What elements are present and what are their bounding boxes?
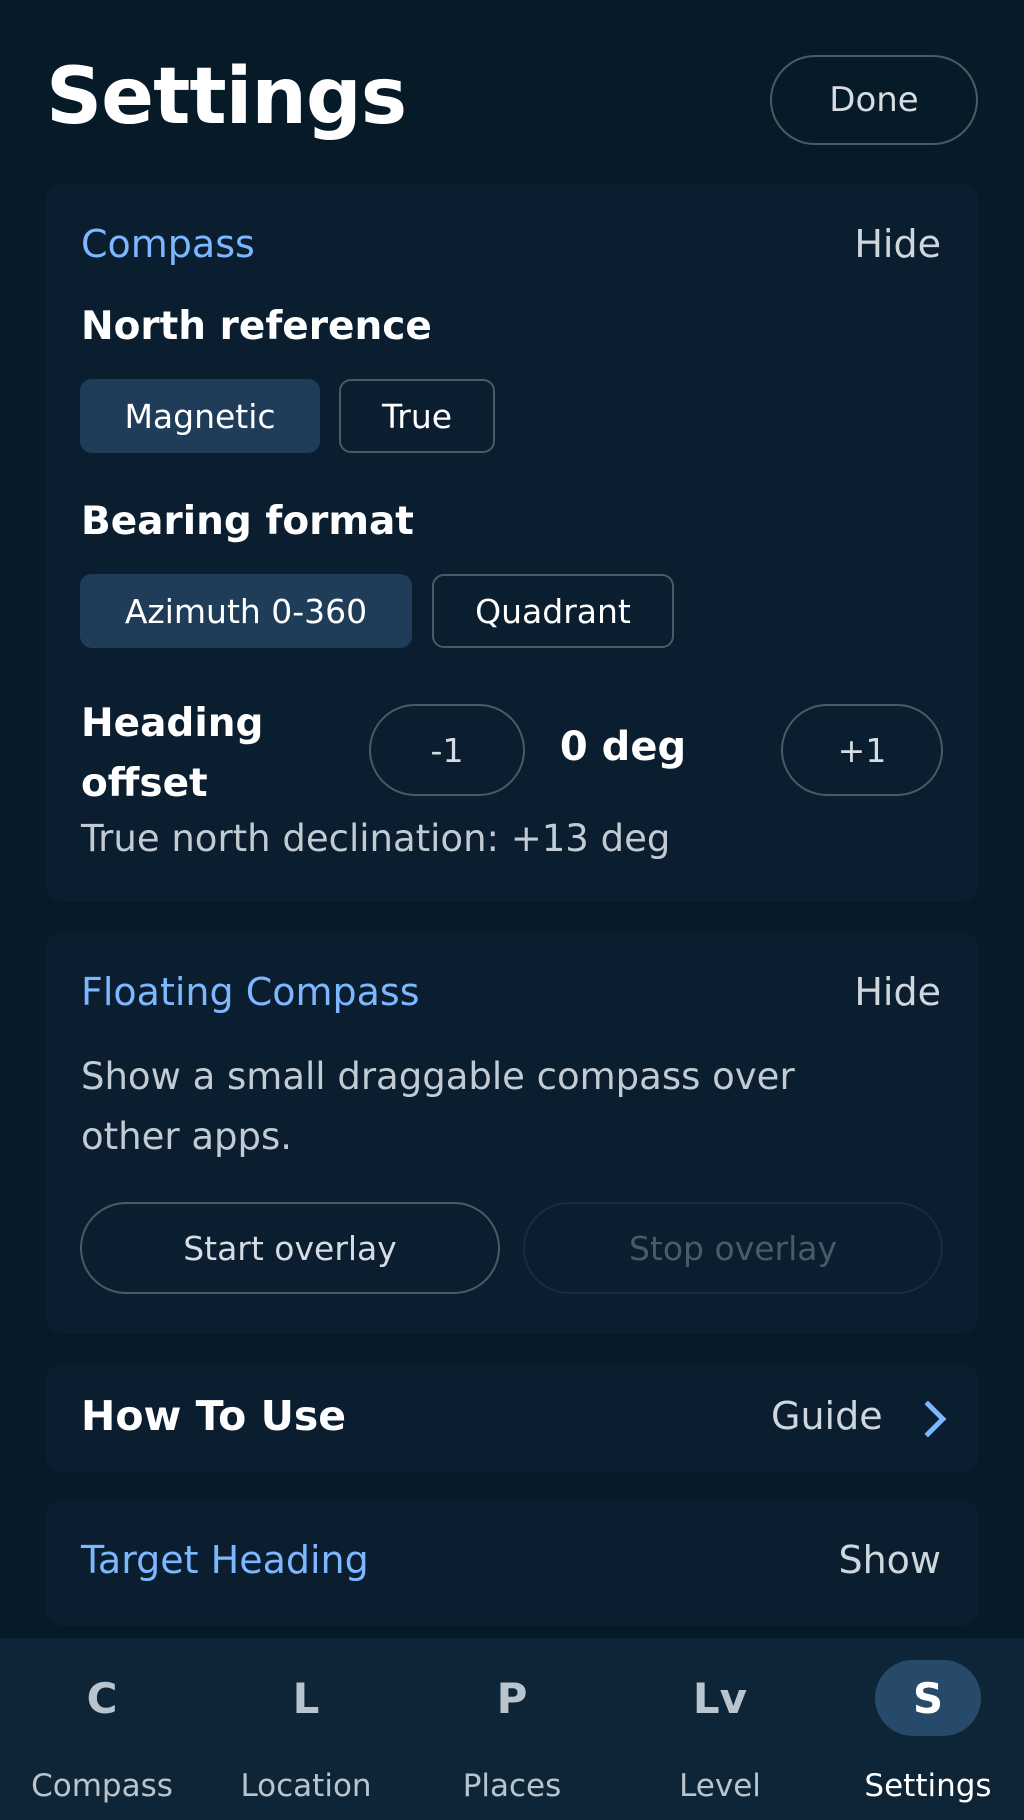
header: Settings Done — [0, 0, 1024, 176]
nav-item-level[interactable]: Lv Level — [618, 1638, 822, 1820]
heading-offset-label-line2: offset — [81, 761, 208, 806]
compass-card-title: Compass — [81, 222, 255, 266]
heading-offset-label-line1: Heading — [81, 701, 264, 746]
floating-compass-description: Show a small draggable compass over othe… — [81, 1047, 795, 1167]
floating-compass-card: Floating Compass Hide Show a small dragg… — [45, 932, 979, 1334]
nav-label-settings: Settings — [864, 1768, 992, 1804]
level-nav-icon: Lv — [692, 1673, 748, 1723]
chevron-right-icon — [909, 1400, 947, 1438]
location-nav-icon: L — [292, 1673, 320, 1723]
heading-offset-value: 0 deg — [559, 724, 687, 770]
compass-card: Compass Hide North reference Magnetic Tr… — [45, 184, 979, 902]
floating-compass-hide-toggle[interactable]: Hide — [854, 970, 941, 1014]
heading-offset-decrease-button[interactable]: -1 — [369, 704, 525, 796]
heading-offset-increase-button[interactable]: +1 — [781, 704, 943, 796]
how-to-use-title: How To Use — [81, 1392, 347, 1440]
nav-item-places[interactable]: P Places — [410, 1638, 614, 1820]
bottom-nav: C Compass L Location P Places Lv Level S… — [0, 1638, 1024, 1820]
done-button[interactable]: Done — [770, 55, 978, 145]
start-overlay-button[interactable]: Start overlay — [80, 1202, 500, 1294]
stop-overlay-button: Stop overlay — [523, 1202, 943, 1294]
bearing-format-label: Bearing format — [81, 499, 414, 544]
heading-offset-label: Heading offset — [81, 694, 263, 814]
nav-label-location: Location — [240, 1768, 372, 1804]
target-heading-card: Target Heading Show — [45, 1500, 979, 1626]
page-title: Settings — [46, 52, 407, 142]
target-heading-show-toggle[interactable]: Show — [838, 1538, 941, 1582]
settings-nav-icon: S — [875, 1660, 981, 1736]
places-nav-icon: P — [496, 1673, 528, 1723]
floating-compass-title: Floating Compass — [81, 970, 420, 1014]
nav-label-compass: Compass — [31, 1768, 173, 1804]
floating-compass-description-line1: Show a small draggable compass over — [81, 1055, 795, 1098]
bearing-quadrant-option[interactable]: Quadrant — [432, 574, 674, 648]
bearing-azimuth-option[interactable]: Azimuth 0-360 — [80, 574, 412, 648]
how-to-use-card[interactable]: How To Use Guide — [45, 1364, 979, 1472]
nav-item-settings[interactable]: S Settings — [826, 1638, 1024, 1820]
declination-text: True north declination: +13 deg — [81, 817, 671, 860]
nav-label-places: Places — [462, 1768, 562, 1804]
compass-nav-icon: C — [86, 1673, 118, 1723]
target-heading-title: Target Heading — [81, 1538, 369, 1582]
guide-link[interactable]: Guide — [771, 1394, 883, 1438]
north-reference-label: North reference — [81, 304, 432, 349]
compass-hide-toggle[interactable]: Hide — [854, 222, 941, 266]
north-magnetic-option[interactable]: Magnetic — [80, 379, 320, 453]
floating-compass-description-line2: other apps. — [81, 1115, 293, 1158]
nav-label-level: Level — [679, 1768, 761, 1804]
north-true-option[interactable]: True — [339, 379, 495, 453]
nav-item-compass[interactable]: C Compass — [0, 1638, 204, 1820]
nav-item-location[interactable]: L Location — [204, 1638, 408, 1820]
